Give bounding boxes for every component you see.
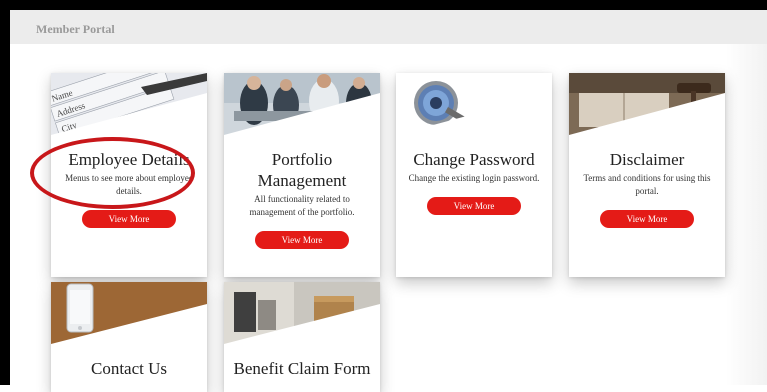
view-more-button[interactable]: View More bbox=[82, 210, 176, 228]
card-title: Change Password bbox=[413, 150, 535, 169]
header-bar bbox=[10, 10, 767, 44]
card-description: Terms and conditions for using this port… bbox=[583, 173, 711, 196]
card-description: All functionality related to management … bbox=[249, 194, 355, 217]
card-portfolio-management[interactable]: Portfolio Management All functionality r… bbox=[224, 73, 380, 277]
business-meeting-image bbox=[224, 73, 380, 135]
page-title: Member Portal bbox=[36, 22, 115, 36]
card-benefit-claim-form[interactable]: Benefit Claim Form bbox=[224, 282, 380, 392]
view-more-button[interactable]: View More bbox=[255, 231, 349, 249]
background-shade bbox=[726, 44, 767, 385]
card-description: Menus to see more about employee details… bbox=[65, 173, 193, 196]
card-title: Benefit Claim Form bbox=[233, 359, 371, 378]
card-contact-us[interactable]: Contact Us bbox=[51, 282, 207, 392]
card-employee-details[interactable]: Name Address City Employee Details Menus… bbox=[51, 73, 207, 277]
card-disclaimer[interactable]: Disclaimer Terms and conditions for usin… bbox=[569, 73, 725, 277]
card-title: Portfolio Management bbox=[257, 150, 347, 190]
card-title: Employee Details bbox=[68, 150, 190, 169]
keychain-lock-image bbox=[396, 73, 552, 135]
office-boxes-image bbox=[224, 282, 380, 344]
view-more-button[interactable]: View More bbox=[600, 210, 694, 228]
view-more-button[interactable]: View More bbox=[427, 197, 521, 215]
address-form-pen-image: Name Address City bbox=[51, 73, 207, 135]
card-description: Change the existing login password. bbox=[408, 173, 540, 183]
gavel-law-book-image bbox=[569, 73, 725, 135]
card-title: Disclaimer bbox=[609, 150, 685, 169]
card-title: Contact Us bbox=[90, 359, 168, 378]
smartphone-image bbox=[51, 282, 207, 344]
card-change-password[interactable]: Change Password Change the existing logi… bbox=[396, 73, 552, 277]
